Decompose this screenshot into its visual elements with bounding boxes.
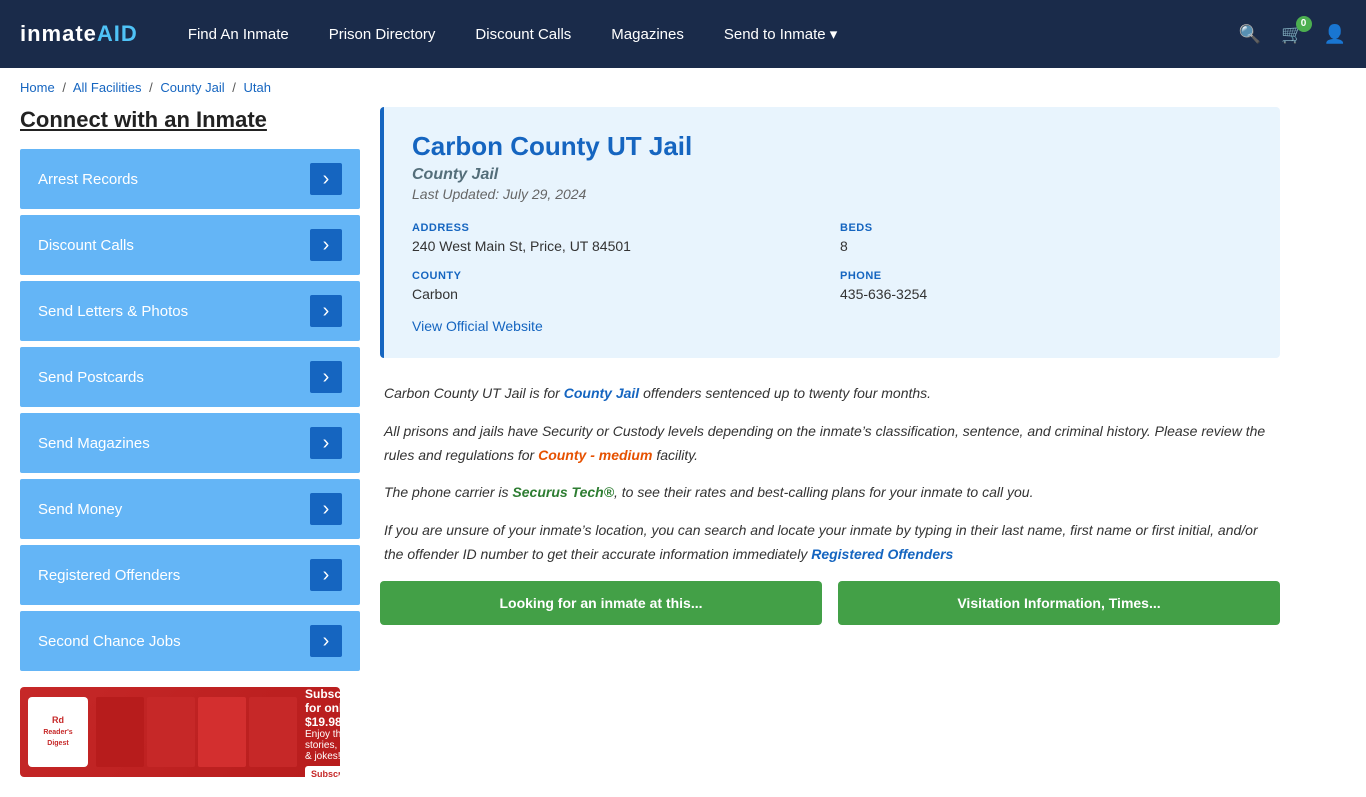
facility-details-grid: ADDRESS 240 West Main St, Price, UT 8450…	[412, 222, 1252, 302]
facility-last-updated: Last Updated: July 29, 2024	[412, 186, 1252, 202]
breadcrumb-all-facilities[interactable]: All Facilities	[73, 80, 142, 95]
sidebar-item-registered-offenders[interactable]: Registered Offenders ›	[20, 545, 360, 605]
arrow-icon: ›	[310, 493, 342, 525]
arrow-icon: ›	[310, 361, 342, 393]
arrow-icon: ›	[310, 625, 342, 657]
nav-find-inmate[interactable]: Find An Inmate	[188, 26, 289, 43]
county-section: COUNTY Carbon	[412, 270, 824, 302]
arrow-icon: ›	[310, 427, 342, 459]
sidebar-title: Connect with an Inmate	[20, 107, 360, 133]
header-icons: 🔍 🛒 0 👤	[1239, 24, 1346, 45]
desc-paragraph-3: The phone carrier is Securus Tech®, to s…	[384, 481, 1276, 505]
nav-discount-calls[interactable]: Discount Calls	[475, 26, 571, 43]
registered-offenders-link[interactable]: Registered Offenders	[811, 546, 953, 562]
breadcrumb: Home / All Facilities / County Jail / Ut…	[0, 68, 1366, 107]
official-website-link[interactable]: View Official Website	[412, 318, 543, 334]
ad-logo: RdReader'sDigest	[28, 697, 88, 767]
cart-badge: 0	[1296, 16, 1312, 32]
breadcrumb-county-jail[interactable]: County Jail	[160, 80, 224, 95]
desc-paragraph-2: All prisons and jails have Security or C…	[384, 420, 1276, 468]
nav-send-to-inmate[interactable]: Send to Inmate ▾	[724, 25, 837, 43]
breadcrumb-utah[interactable]: Utah	[244, 80, 271, 95]
facility-type: County Jail	[412, 166, 1252, 184]
arrow-icon: ›	[310, 559, 342, 591]
sidebar-item-send-letters[interactable]: Send Letters & Photos ›	[20, 281, 360, 341]
main-content: Carbon County UT Jail County Jail Last U…	[380, 107, 1280, 777]
ad-covers	[96, 697, 297, 767]
sidebar-item-discount-calls[interactable]: Discount Calls ›	[20, 215, 360, 275]
facility-description: Carbon County UT Jail is for County Jail…	[380, 382, 1280, 567]
cart-icon[interactable]: 🛒 0	[1281, 24, 1303, 45]
phone-value: 435-636-3254	[840, 286, 1252, 302]
chevron-down-icon: ▾	[830, 26, 838, 43]
search-icon[interactable]: 🔍	[1239, 24, 1261, 45]
facility-title: Carbon County UT Jail	[412, 131, 1252, 162]
sidebar-item-second-chance-jobs[interactable]: Second Chance Jobs ›	[20, 611, 360, 671]
county-value: Carbon	[412, 286, 824, 302]
main-nav: Find An Inmate Prison Directory Discount…	[188, 25, 1209, 43]
action-buttons: Looking for an inmate at this... Visitat…	[380, 581, 1280, 625]
sidebar-item-send-money[interactable]: Send Money ›	[20, 479, 360, 539]
desc-paragraph-4: If you are unsure of your inmate’s locat…	[384, 519, 1276, 567]
address-value: 240 West Main St, Price, UT 84501	[412, 238, 824, 254]
ad-subscribe-button[interactable]: Subscribe Now	[305, 766, 340, 778]
beds-value: 8	[840, 238, 1252, 254]
sidebar-advertisement[interactable]: RdReader'sDigest 1 Year Subscription for…	[20, 687, 340, 777]
facility-info-card: Carbon County UT Jail County Jail Last U…	[380, 107, 1280, 358]
phone-section: PHONE 435-636-3254	[840, 270, 1252, 302]
address-section: ADDRESS 240 West Main St, Price, UT 8450…	[412, 222, 824, 254]
visitation-info-button[interactable]: Visitation Information, Times...	[838, 581, 1280, 625]
ad-text: 1 Year Subscription for only $19.98 Enjo…	[305, 687, 340, 777]
breadcrumb-home[interactable]: Home	[20, 80, 55, 95]
arrow-icon: ›	[310, 229, 342, 261]
nav-prison-directory[interactable]: Prison Directory	[329, 26, 436, 43]
beds-section: BEDS 8	[840, 222, 1252, 254]
securus-link[interactable]: Securus Tech®	[512, 484, 614, 500]
sidebar-item-send-postcards[interactable]: Send Postcards ›	[20, 347, 360, 407]
desc-paragraph-1: Carbon County UT Jail is for County Jail…	[384, 382, 1276, 406]
user-icon[interactable]: 👤	[1324, 24, 1346, 45]
logo[interactable]: inmateAID	[20, 21, 138, 47]
county-jail-link[interactable]: County Jail	[564, 385, 639, 401]
arrow-icon: ›	[310, 163, 342, 195]
looking-for-inmate-button[interactable]: Looking for an inmate at this...	[380, 581, 822, 625]
county-medium-link[interactable]: County - medium	[538, 447, 652, 463]
sidebar: Connect with an Inmate Arrest Records › …	[20, 107, 360, 777]
sidebar-item-send-magazines[interactable]: Send Magazines ›	[20, 413, 360, 473]
nav-magazines[interactable]: Magazines	[611, 26, 684, 43]
arrow-icon: ›	[310, 295, 342, 327]
sidebar-item-arrest-records[interactable]: Arrest Records ›	[20, 149, 360, 209]
